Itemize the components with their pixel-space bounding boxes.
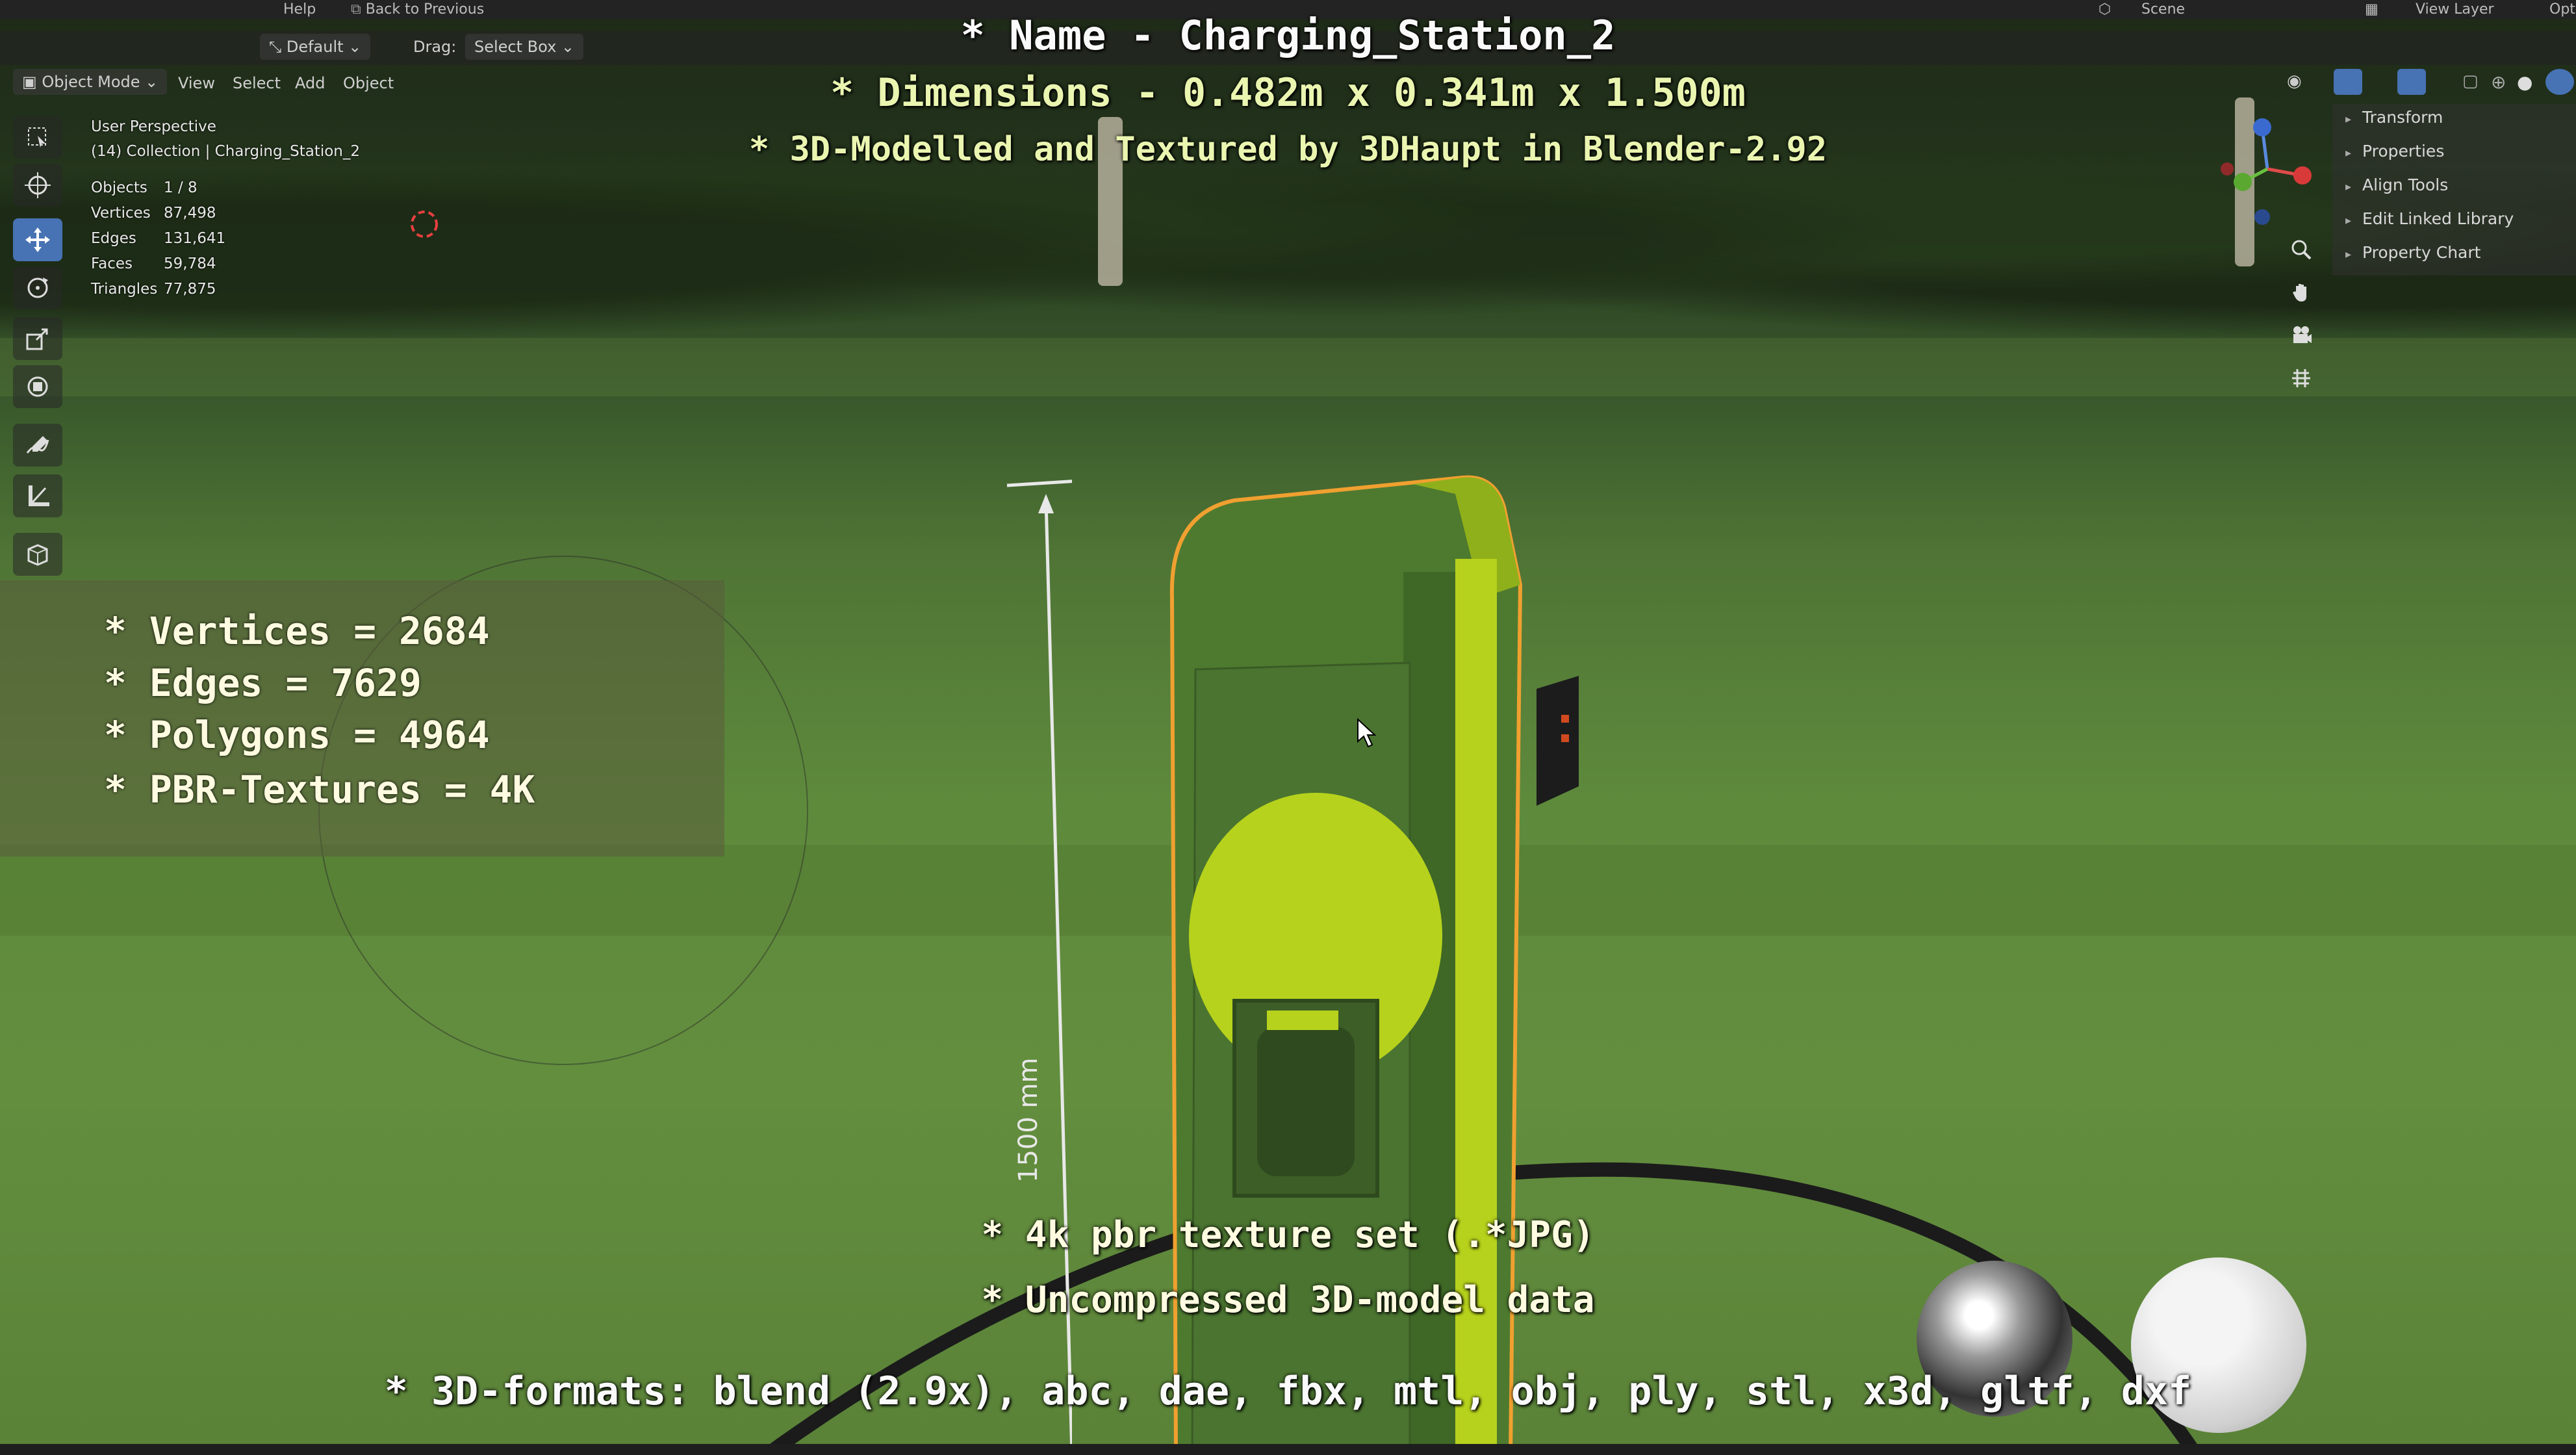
poly-count-panel: * Vertices = 2684 * Edges = 7629 * Polyg… [0, 580, 724, 856]
texture-set-caption: * 4k pbr texture set (.*JPG) [981, 1214, 1595, 1256]
sidebar-item-align-tools[interactable]: ▸ Align Tools [2345, 175, 2448, 194]
pan-hand-icon[interactable] [2287, 278, 2315, 307]
transform-icon [27, 376, 48, 397]
scale-tool[interactable] [13, 317, 62, 360]
zoom-icon[interactable] [2287, 235, 2315, 264]
stat-row: Vertices 87,498 [91, 205, 216, 222]
edges-count: * Edges = 7629 [104, 661, 422, 705]
stat-row: Objects 1 / 8 [91, 179, 198, 196]
add-cube-icon [27, 544, 48, 566]
expand-caret-icon: ▸ [2345, 214, 2352, 227]
cursor-icon [25, 172, 51, 198]
status-bar [0, 1444, 2576, 1455]
annotate-icon [26, 436, 49, 454]
camera-view-icon[interactable] [2287, 321, 2315, 350]
polygons-count: * Polygons = 4964 [104, 713, 490, 757]
cursor-tool[interactable] [13, 164, 62, 207]
annotate-tool[interactable] [13, 424, 62, 467]
station-display [1537, 676, 1579, 806]
3d-cursor-icon[interactable] [408, 208, 440, 240]
expand-caret-icon: ▸ [2345, 146, 2352, 160]
stat-row: Edges 131,641 [91, 230, 226, 247]
vertices-count: * Vertices = 2684 [104, 609, 490, 653]
transform-tool[interactable] [13, 365, 62, 408]
formats-caption: * 3D-formats: blend (2.9x), abc, dae, fb… [384, 1369, 2192, 1414]
sidebar-item-properties[interactable]: ▸ Properties [2345, 142, 2444, 161]
sidebar-item-transform[interactable]: ▸ Transform [2345, 108, 2443, 127]
uncompressed-caption: * Uncompressed 3D-model data [981, 1279, 1595, 1321]
expand-caret-icon: ▸ [2345, 248, 2352, 261]
rotate-tool[interactable] [13, 266, 62, 309]
measure-label: 1500 mm [1014, 1057, 1043, 1183]
n-panel-sidebar: ▸ Transform ▸ Properties ▸ Align Tools ▸ Edi… [2332, 104, 2576, 276]
measure-icon [29, 485, 49, 506]
move-tool[interactable] [13, 218, 62, 261]
move-icon [25, 227, 50, 252]
rotate-icon [27, 277, 48, 298]
expand-caret-icon: ▸ [2345, 180, 2352, 194]
scene-statistics: Objects 1 / 8 Vertices 87,498 Edges 131,641… [91, 179, 225, 306]
model-name-caption: * Name - Charging_Station_2 [960, 12, 1616, 59]
stat-row: Triangles 77,875 [91, 281, 216, 298]
stat-row: Faces 59,784 [91, 255, 216, 272]
mouse-pointer-icon [1357, 718, 1376, 748]
sidebar-item-edit-linked-library[interactable]: ▸ Edit Linked Library [2345, 209, 2514, 228]
navigation-gizmo[interactable] [2209, 110, 2326, 227]
scale-icon [26, 328, 48, 350]
dimensions-caption: * Dimensions - 0.482m x 0.341m x 1.500m [830, 70, 1746, 116]
expand-caret-icon: ▸ [2345, 112, 2352, 126]
ortho-grid-icon[interactable] [2287, 364, 2315, 393]
sidebar-item-property-chart[interactable]: ▸ Property Chart [2345, 243, 2480, 262]
add-cube-tool[interactable] [13, 533, 62, 576]
credit-caption: * 3D-Modelled and Textured by 3DHaupt in… [748, 130, 1828, 169]
textures-resolution: * PBR-Textures = 4K [104, 767, 535, 812]
measure-tool[interactable] [13, 474, 62, 517]
